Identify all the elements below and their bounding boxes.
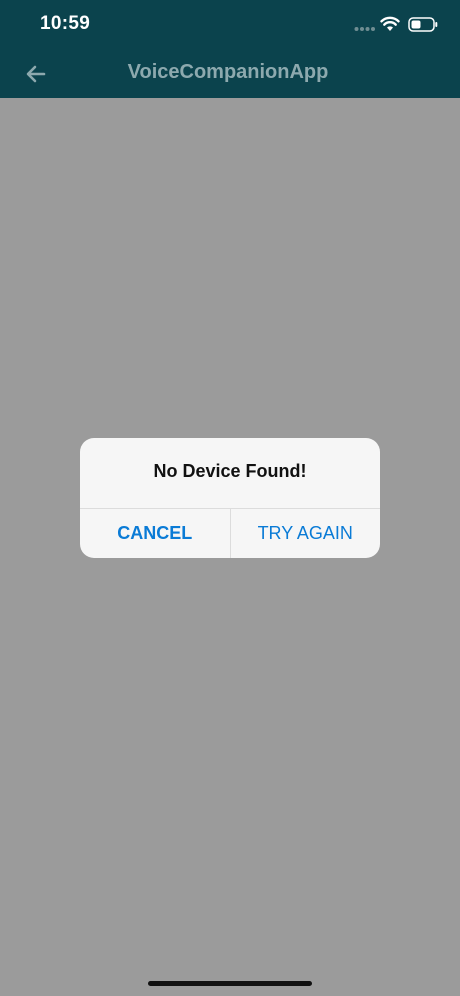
battery-icon	[408, 17, 438, 32]
signal-dots-icon	[354, 27, 375, 31]
cancel-button[interactable]: CANCEL	[80, 509, 231, 558]
header: 10:59 VoiceCompanionApp	[0, 0, 460, 98]
navigation-bar: VoiceCompanionApp	[0, 50, 460, 98]
status-bar: 10:59	[0, 0, 460, 50]
dialog-actions: CANCEL TRY AGAIN	[80, 508, 380, 558]
home-indicator	[148, 981, 312, 986]
wifi-icon	[380, 16, 400, 31]
app-screen: 10:59 VoiceCompanionApp No Device Found!…	[0, 0, 460, 996]
alert-dialog: No Device Found! CANCEL TRY AGAIN	[80, 438, 380, 558]
nav-title: VoiceCompanionApp	[127, 61, 329, 83]
dialog-title: No Device Found!	[153, 461, 307, 481]
status-time: 10:59	[40, 13, 91, 34]
try-again-button[interactable]: TRY AGAIN	[231, 509, 381, 558]
